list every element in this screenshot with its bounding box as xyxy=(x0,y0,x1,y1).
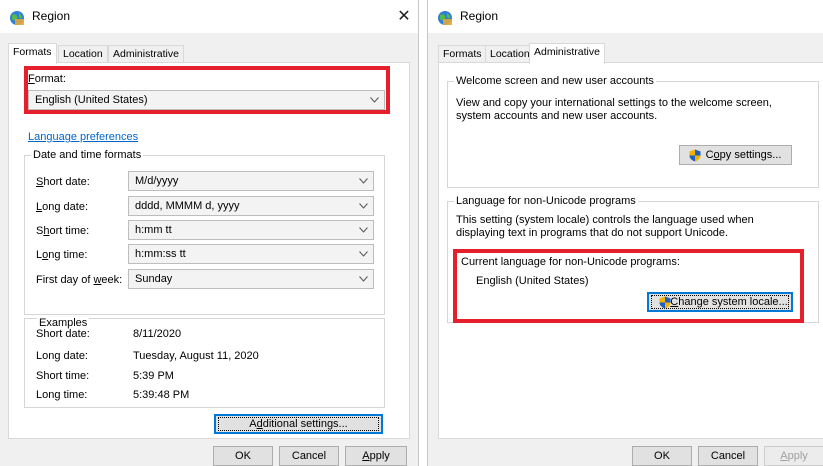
short-time-combobox[interactable]: h:mm tt xyxy=(128,220,374,240)
tab-administrative[interactable]: Administrative xyxy=(108,45,184,63)
short-date-combobox[interactable]: M/d/yyyy xyxy=(128,171,374,191)
tab-formats[interactable]: Formats xyxy=(438,45,487,63)
additional-settings-button[interactable]: Additional settings... xyxy=(214,414,383,434)
chevron-down-icon xyxy=(370,97,379,103)
first-day-of-week-label: First day of week: xyxy=(36,274,123,286)
format-combobox[interactable]: English (United States) xyxy=(28,90,385,110)
example-short-date-label: Short date: xyxy=(36,328,90,340)
ok-button[interactable]: OK xyxy=(632,446,692,466)
language-preferences-link[interactable]: Language preferences xyxy=(28,131,138,143)
cancel-button[interactable]: Cancel xyxy=(279,446,339,466)
long-date-value: dddd, MMMM d, yyyy xyxy=(135,200,240,212)
short-time-value: h:mm tt xyxy=(135,224,172,236)
tab-administrative[interactable]: Administrative xyxy=(529,43,605,64)
uac-shield-icon xyxy=(689,149,701,162)
globe-icon xyxy=(10,11,24,25)
tab-strip: Formats Location Administrative xyxy=(438,43,823,64)
close-button[interactable]: ✕ xyxy=(389,4,418,30)
short-time-label: Short time: xyxy=(36,225,90,237)
short-date-label: Short date: xyxy=(36,176,90,188)
welcome-description: View and copy your international setting… xyxy=(456,97,772,122)
uac-shield-icon xyxy=(659,296,671,309)
example-short-time-value: 5:39 PM xyxy=(133,370,174,382)
example-long-date-value: Tuesday, August 11, 2020 xyxy=(133,350,259,362)
tab-location[interactable]: Location xyxy=(58,45,108,63)
title-bar[interactable]: Region xyxy=(428,0,823,33)
first-day-of-week-value: Sunday xyxy=(135,273,173,285)
region-dialog-formats: Region ✕ Formats Location Administrative… xyxy=(0,0,419,466)
copy-settings-button[interactable]: Copy settings... xyxy=(679,145,792,165)
long-time-value: h:mm:ss tt xyxy=(135,248,186,260)
window-title: Region xyxy=(32,9,71,23)
ok-button[interactable]: OK xyxy=(213,446,273,466)
apply-button[interactable]: Apply xyxy=(345,446,407,466)
welcome-screen-caption: Welcome screen and new user accounts xyxy=(454,75,656,87)
chevron-down-icon xyxy=(359,203,368,209)
tab-strip: Formats Location Administrative xyxy=(8,43,418,64)
example-short-time-label: Short time: xyxy=(36,370,90,382)
date-time-formats-caption: Date and time formats xyxy=(31,149,144,161)
example-long-time-value: 5:39:48 PM xyxy=(133,389,190,401)
non-unicode-caption: Language for non-Unicode programs xyxy=(454,195,638,207)
current-language-value: English (United States) xyxy=(476,275,589,287)
copy-settings-label: Copy settings... xyxy=(705,149,782,161)
administrative-panel: Welcome screen and new user accounts Vie… xyxy=(438,62,823,439)
chevron-down-icon xyxy=(359,178,368,184)
globe-icon xyxy=(438,11,452,25)
format-value: English (United States) xyxy=(35,94,148,106)
cancel-button[interactable]: Cancel xyxy=(698,446,758,466)
change-system-locale-button[interactable]: Change system locale... xyxy=(647,292,793,312)
short-date-value: M/d/yyyy xyxy=(135,175,179,187)
tab-formats[interactable]: Formats xyxy=(8,43,57,64)
chevron-down-icon xyxy=(359,251,368,257)
example-short-date-value: 8/11/2020 xyxy=(133,328,182,340)
first-day-of-week-combobox[interactable]: Sunday xyxy=(128,269,374,289)
current-language-label: Current language for non-Unicode program… xyxy=(461,256,680,268)
non-unicode-description: This setting (system locale) controls th… xyxy=(456,214,754,239)
formats-panel: Format: English (United States) Language… xyxy=(8,62,410,439)
example-long-time-label: Long time: xyxy=(36,389,88,401)
long-time-combobox[interactable]: h:mm:ss tt xyxy=(128,244,374,264)
long-time-label: Long time: xyxy=(36,249,88,261)
tab-location[interactable]: Location xyxy=(485,45,535,63)
long-date-combobox[interactable]: dddd, MMMM d, yyyy xyxy=(128,196,374,216)
long-date-label: Long date: xyxy=(36,201,88,213)
window-title: Region xyxy=(460,9,499,23)
focus-rectangle xyxy=(651,295,789,309)
apply-button[interactable]: Apply xyxy=(764,446,823,466)
format-label: Format: xyxy=(28,73,66,85)
chevron-down-icon xyxy=(359,276,368,282)
example-long-date-label: Long date: xyxy=(36,350,88,362)
chevron-down-icon xyxy=(359,227,368,233)
title-bar[interactable]: Region ✕ xyxy=(0,0,418,33)
focus-rectangle xyxy=(218,417,379,431)
region-dialog-administrative: Region Formats Location Administrative W… xyxy=(427,0,823,466)
